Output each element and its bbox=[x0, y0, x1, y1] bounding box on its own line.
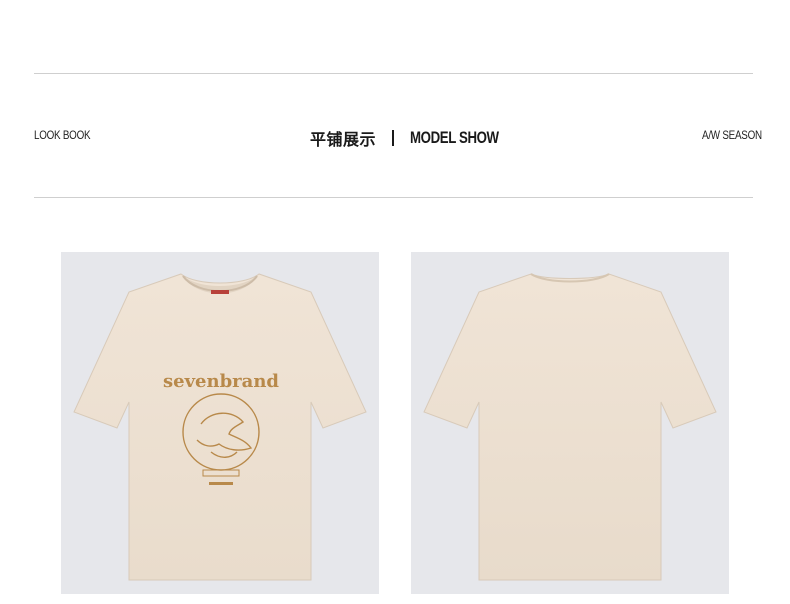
section-header: LOOK BOOK 平铺展示 MODEL SHOW A/W SEASON bbox=[0, 124, 790, 152]
tshirt-front-photo: sevenbrand bbox=[61, 252, 379, 594]
bottom-divider bbox=[34, 197, 753, 198]
title-chinese: 平铺展示 bbox=[310, 130, 377, 149]
section-title: 平铺展示 MODEL SHOW bbox=[310, 124, 524, 152]
tshirt-back-photo bbox=[411, 252, 729, 594]
print-brand-text: sevenbrand bbox=[163, 371, 279, 392]
title-english: MODEL SHOW bbox=[410, 128, 499, 147]
top-divider bbox=[34, 73, 753, 74]
lookbook-label: LOOK BOOK bbox=[34, 128, 91, 142]
tshirt-front-image: sevenbrand bbox=[73, 273, 367, 581]
tshirt-back-image bbox=[423, 273, 717, 581]
title-separator bbox=[392, 130, 395, 146]
season-label: A/W SEASON bbox=[702, 128, 762, 142]
